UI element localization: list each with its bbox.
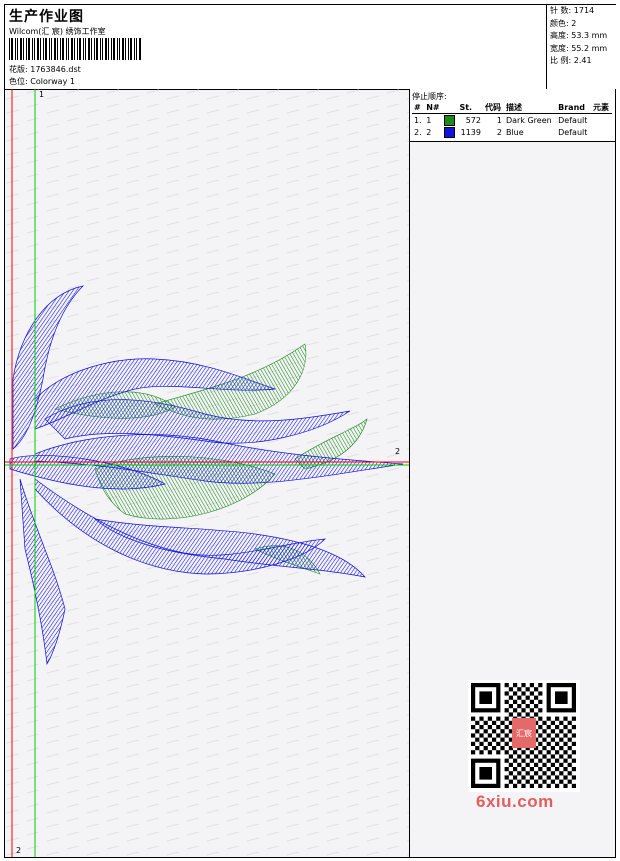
- embroidery-preview: [5, 89, 409, 857]
- col-code: 代码: [482, 102, 504, 114]
- row-stitches: 572: [465, 115, 481, 125]
- col-index: #: [412, 102, 425, 114]
- row-needle: 1: [426, 115, 432, 125]
- color-table-header: # N# St. 代码 描述 Brand 元素: [412, 102, 612, 114]
- table-row: 1. 1 572 1 Dark Green Default: [412, 114, 612, 127]
- design-width: 宽度: 55.2 mm: [550, 43, 608, 53]
- color-table: # N# St. 代码 描述 Brand 元素 1. 1 572 1 Dark …: [412, 102, 612, 138]
- stop-sequence-header: 停止顺序: # N# St. 代码 描述 Brand 元素 1. 1 572 1…: [410, 89, 615, 142]
- row-swatch: [442, 126, 457, 138]
- svg-text:汇宸: 汇宸: [516, 728, 532, 738]
- design-file-label: 花版: 1763846.dst: [9, 65, 81, 74]
- color-swatch: [444, 114, 456, 126]
- scale-ratio: 比 例: 2.41: [550, 56, 592, 65]
- color-count: 颜色: 2: [550, 18, 577, 28]
- table-row: 2. 2 1139 2 Blue Default: [412, 126, 612, 138]
- design-canvas: 1 2 2: [5, 89, 410, 857]
- watermark-brand: 6xiu.com: [476, 792, 554, 811]
- row-element: [591, 126, 612, 138]
- axis-label-top: 1: [39, 90, 45, 99]
- col-needle: N#: [424, 102, 443, 114]
- color-swatch: [444, 126, 456, 138]
- colorway-label: 色位: Colorway 1: [9, 77, 75, 86]
- design-height: 高度: 53.3 mm: [550, 31, 608, 40]
- col-swatch: [442, 102, 458, 114]
- row-brand: Default: [558, 127, 588, 137]
- row-stitches: 1139: [460, 127, 481, 137]
- row-description: Dark Green: [505, 115, 552, 125]
- col-brand: Brand: [556, 102, 591, 114]
- header: 生产作业图 Wilcom(汇 宸) 绣饰工作室 花版: 1763846.dst …: [5, 5, 616, 90]
- row-index: 2.: [414, 127, 422, 137]
- col-stitches: St.: [457, 102, 483, 114]
- row-code: 2: [496, 127, 502, 137]
- company-name: Wilcom(汇 宸) 绣饰工作室: [9, 27, 106, 36]
- barcode: [9, 38, 141, 60]
- row-code: 1: [496, 115, 502, 125]
- row-element: [591, 114, 612, 127]
- qr-code: 汇宸: [468, 680, 580, 792]
- row-description: Blue: [505, 127, 524, 137]
- row-needle: 2: [426, 127, 432, 137]
- stitch-count: 针 数: 1714: [550, 6, 595, 15]
- row-index: 1.: [414, 115, 422, 125]
- row-swatch: [442, 114, 457, 127]
- col-description: 描述: [503, 102, 557, 114]
- axis-label-bottom: 2: [16, 846, 22, 855]
- page-title: 生产作业图: [9, 9, 84, 25]
- col-element: 元素: [590, 102, 612, 114]
- axis-label-right: 2: [395, 447, 401, 456]
- stats-panel: 针 数: 1714 颜色: 2 高度: 53.3 mm 宽度: 55.2 mm …: [546, 5, 616, 89]
- row-brand: Default: [558, 115, 588, 125]
